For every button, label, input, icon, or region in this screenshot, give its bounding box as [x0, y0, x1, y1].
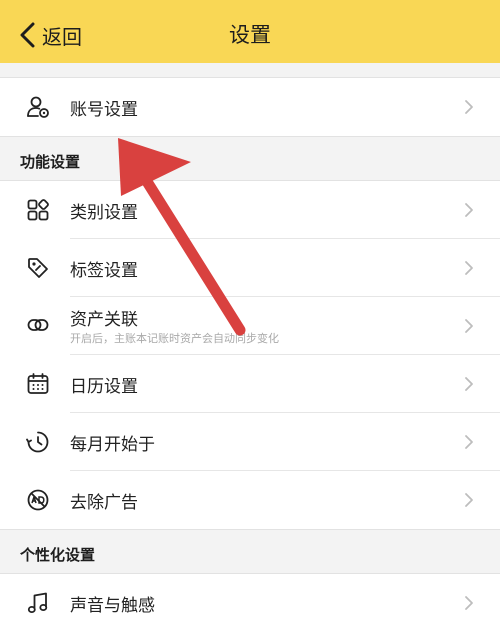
month-start-row[interactable]: 每月开始于 — [0, 413, 500, 471]
account-settings-row[interactable]: 账号设置 — [0, 78, 500, 136]
sound-haptics-label: 声音与触感 — [70, 596, 155, 616]
calendar-settings-row[interactable]: 日历设置 — [0, 355, 500, 413]
chevron-right-icon — [464, 434, 474, 450]
category-settings-label: 类别设置 — [70, 203, 138, 223]
chevron-right-icon — [464, 318, 474, 334]
account-gear-icon — [26, 95, 50, 119]
asset-link-label: 资产关联 — [70, 310, 138, 330]
remove-ads-row[interactable]: 去除广告 — [0, 471, 500, 529]
top-bar: 返回 设置 — [0, 0, 500, 63]
sound-haptics-row[interactable]: 声音与触感 — [0, 574, 500, 632]
section-title: 个性化设置 — [20, 546, 96, 564]
section-header-features: 功能设置 — [0, 137, 500, 181]
month-start-label: 每月开始于 — [70, 435, 155, 455]
category-grid-icon — [26, 198, 50, 222]
chevron-right-icon — [464, 492, 474, 508]
remove-ads-label: 去除广告 — [70, 493, 138, 513]
chevron-right-icon — [464, 202, 474, 218]
chevron-right-icon — [464, 376, 474, 392]
category-settings-row[interactable]: 类别设置 — [0, 181, 500, 239]
tag-settings-row[interactable]: 标签设置 — [0, 239, 500, 297]
calendar-icon — [26, 372, 50, 396]
back-label: 返回 — [42, 24, 82, 49]
music-note-icon — [26, 591, 50, 615]
back-button[interactable]: 返回 — [18, 20, 82, 50]
link-icon — [26, 313, 50, 337]
chevron-right-icon — [464, 260, 474, 276]
ad-block-icon — [26, 488, 50, 512]
tag-settings-label: 标签设置 — [70, 261, 138, 281]
chevron-left-icon — [20, 22, 35, 48]
asset-link-row[interactable]: 资产关联 开启后，主账本记账时资产会自动同步变化 — [0, 297, 500, 355]
account-settings-label: 账号设置 — [70, 100, 138, 120]
section-header-personalization: 个性化设置 — [0, 530, 500, 574]
clock-icon — [26, 430, 50, 454]
chevron-right-icon — [464, 595, 474, 611]
section-title: 功能设置 — [20, 153, 81, 171]
tag-icon — [26, 256, 50, 280]
asset-link-subtitle: 开启后，主账本记账时资产会自动同步变化 — [70, 332, 279, 345]
calendar-settings-label: 日历设置 — [70, 377, 138, 397]
chevron-right-icon — [464, 99, 474, 115]
